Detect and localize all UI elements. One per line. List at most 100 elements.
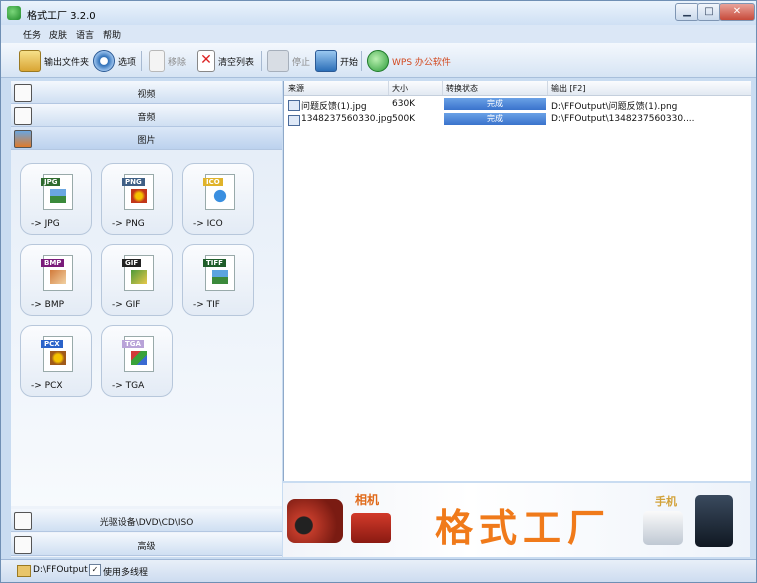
format-tag: BMP — [41, 259, 65, 267]
row-output: D:\FFOutput\1348237560330.... — [551, 114, 695, 124]
category-audio[interactable]: 音频 — [11, 104, 282, 127]
minimize-button[interactable]: ▁ — [675, 3, 699, 21]
output-path-text: D:\FFOutput — [33, 565, 88, 575]
clear-x-icon: ✕ — [197, 50, 215, 72]
format-tag: PNG — [122, 178, 145, 186]
options-button[interactable]: 选项 — [93, 50, 136, 72]
menu-task[interactable]: 任务 — [23, 28, 41, 41]
status-badge: 完成 — [444, 113, 546, 125]
tile-label: -> ICO — [193, 219, 223, 229]
category-advanced[interactable]: 高级 — [11, 533, 282, 556]
convert-to-tif-tile[interactable]: TIFF -> TIF — [182, 244, 254, 316]
convert-to-png-tile[interactable]: PNG -> PNG — [101, 163, 173, 235]
video-camera-icon — [287, 499, 343, 543]
banner-camera-label: 相机 — [355, 493, 380, 507]
start-label: 开始 — [340, 57, 359, 68]
app-logo-icon — [7, 6, 21, 20]
brush-icon — [50, 270, 66, 284]
multithread-checkbox[interactable]: ✓ — [89, 564, 101, 576]
clear-list-label: 清空列表 — [218, 57, 255, 68]
table-row[interactable]: 问题反馈(1).jpg 630K 完成 D:\FFOutput\问题反馈(1).… — [284, 97, 751, 112]
ad-banner[interactable]: 相机 格式工厂 手机 — [283, 483, 750, 557]
close-button[interactable]: ✕ — [719, 3, 755, 21]
left-panel: 视频 音频 图片 JPG -> JPG PNG -> PNG ICO -> IC… — [11, 81, 282, 557]
category-rom-label: 光驱设备\DVD\CD\ISO — [99, 518, 194, 528]
wps-office-label: WPS 办公软件 — [392, 57, 451, 68]
convert-to-jpg-tile[interactable]: JPG -> JPG — [20, 163, 92, 235]
tile-label: -> JPG — [31, 219, 60, 229]
clear-list-button[interactable]: ✕ 清空列表 — [197, 50, 254, 72]
column-status[interactable]: 转换状态 — [446, 83, 478, 94]
convert-to-tga-tile[interactable]: TGA -> TGA — [101, 325, 173, 397]
row-size: 630K — [392, 99, 416, 109]
column-divider — [388, 81, 389, 95]
flower-icon — [131, 189, 147, 203]
convert-to-gif-tile[interactable]: GIF -> GIF — [101, 244, 173, 316]
tile-label: -> BMP — [31, 300, 65, 310]
row-source: 1348237560330.jpg — [301, 114, 393, 124]
category-image-label: 图片 — [137, 136, 156, 146]
info-icon — [212, 189, 228, 203]
options-gear-icon — [93, 50, 115, 72]
format-tag: JPG — [41, 178, 61, 186]
output-folder-icon[interactable] — [17, 565, 31, 577]
sun-icon — [50, 351, 66, 365]
menu-skin[interactable]: 皮肤 — [49, 28, 67, 41]
table-row[interactable]: 1348237560330.jpg 500K 完成 D:\FFOutput\13… — [284, 112, 751, 126]
category-video-label: 视频 — [137, 90, 156, 100]
tile-label: -> PCX — [31, 381, 63, 391]
format-tag: TGA — [122, 340, 144, 348]
remove-doc-icon — [149, 50, 165, 72]
title-bar: 格式工厂 3.2.0 ▁ □ ✕ — [1, 1, 756, 25]
wps-office-button[interactable]: WPS 办公软件 — [367, 50, 451, 72]
image-file-icon — [288, 115, 300, 126]
rgb-blocks-icon — [131, 351, 147, 365]
shapes-icon — [131, 270, 147, 284]
menu-bar: 任务 皮肤 语言 帮助 — [1, 25, 756, 43]
image-file-icon — [288, 100, 300, 111]
start-play-icon — [315, 50, 337, 72]
landscape-icon — [50, 189, 66, 203]
column-source[interactable]: 来源 — [288, 83, 304, 94]
image-format-grid: JPG -> JPG PNG -> PNG ICO -> ICO BMP -> … — [11, 150, 282, 506]
output-folder-button[interactable]: 输出文件夹 — [19, 50, 89, 72]
remove-label: 移除 — [168, 57, 187, 68]
column-size[interactable]: 大小 — [392, 83, 408, 94]
row-output: D:\FFOutput\问题反馈(1).png — [551, 102, 678, 112]
landscape-icon — [212, 270, 228, 284]
convert-to-pcx-tile[interactable]: PCX -> PCX — [20, 325, 92, 397]
column-output[interactable]: 输出 [F2] — [551, 83, 585, 94]
format-tag: TIFF — [203, 259, 226, 267]
start-button[interactable]: 开始 — [315, 50, 358, 72]
doc-icon: PCX — [41, 336, 73, 372]
menu-help[interactable]: 帮助 — [103, 28, 121, 41]
column-divider — [442, 81, 443, 95]
output-folder-label: 输出文件夹 — [44, 57, 90, 68]
doc-icon: PNG — [122, 174, 154, 210]
menu-language[interactable]: 语言 — [76, 28, 94, 41]
tile-label: -> TGA — [112, 381, 145, 391]
doc-icon: GIF — [122, 255, 154, 291]
format-tag: GIF — [122, 259, 142, 267]
multithread-label: 使用多线程 — [103, 568, 149, 578]
convert-to-bmp-tile[interactable]: BMP -> BMP — [20, 244, 92, 316]
category-video[interactable]: 视频 — [11, 81, 282, 104]
category-image[interactable]: 图片 — [11, 127, 282, 150]
toolbar-divider — [141, 51, 142, 71]
doc-icon: TGA — [122, 336, 154, 372]
maximize-button[interactable]: □ — [697, 3, 721, 21]
app-window: 格式工厂 3.2.0 ▁ □ ✕ 任务 皮肤 语言 帮助 输出文件夹 选项 移除… — [0, 0, 757, 583]
category-rom-device[interactable]: 光驱设备\DVD\CD\ISO — [11, 509, 282, 532]
banner-brand-title: 格式工厂 — [435, 505, 612, 550]
remove-button[interactable]: 移除 — [149, 50, 186, 72]
doc-icon: JPG — [41, 174, 73, 210]
convert-to-ico-tile[interactable]: ICO -> ICO — [182, 163, 254, 235]
table-header: 来源 大小 转换状态 输出 [F2] — [284, 81, 751, 96]
toolbar: 输出文件夹 选项 移除 ✕ 清空列表 停止 开始 WPS 办公软件 — [1, 43, 756, 78]
doc-icon: ICO — [203, 174, 235, 210]
folder-icon — [19, 50, 41, 72]
status-badge: 完成 — [444, 98, 546, 110]
category-advanced-label: 高级 — [137, 542, 156, 552]
stop-button[interactable]: 停止 — [267, 50, 310, 72]
toolbar-divider — [361, 51, 362, 71]
